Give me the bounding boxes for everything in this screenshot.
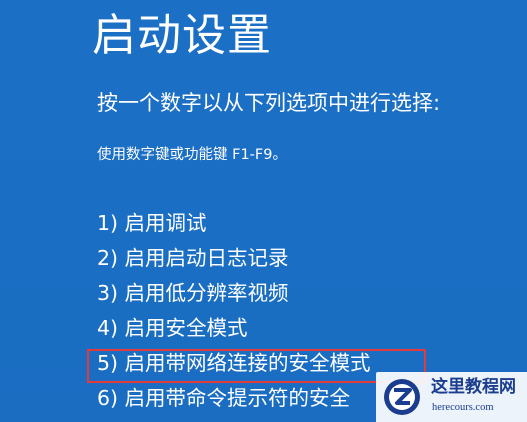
option-enable-safe-mode-with-command-prompt[interactable]: 6) 启用带命令提示符的安全 [97, 381, 371, 416]
startup-settings-screen: 启动设置 按一个数字以从下列选项中进行选择: 使用数字键或功能键 F1-F9。 … [0, 0, 527, 422]
option-enable-debugging[interactable]: 1) 启用调试 [97, 206, 371, 241]
startup-options-list: 1) 启用调试 2) 启用启动日志记录 3) 启用低分辨率视频 4) 启用安全模… [97, 206, 371, 416]
option-enable-safe-mode-with-networking[interactable]: 5) 启用带网络连接的安全模式 [97, 346, 371, 381]
watermark-url: herecours.com [432, 402, 494, 413]
option-enable-safe-mode[interactable]: 4) 启用安全模式 [97, 311, 371, 346]
selection-prompt: 按一个数字以从下列选项中进行选择: [97, 91, 441, 115]
key-hint: 使用数字键或功能键 F1-F9。 [97, 147, 287, 163]
watermark: 这里教程网 herecours.com [376, 372, 527, 422]
z-logo-icon [384, 379, 420, 415]
option-enable-boot-logging[interactable]: 2) 启用启动日志记录 [97, 241, 371, 276]
option-enable-low-resolution-video[interactable]: 3) 启用低分辨率视频 [97, 276, 371, 311]
watermark-name: 这里教程网 [431, 377, 516, 397]
page-title: 启动设置 [92, 10, 272, 61]
